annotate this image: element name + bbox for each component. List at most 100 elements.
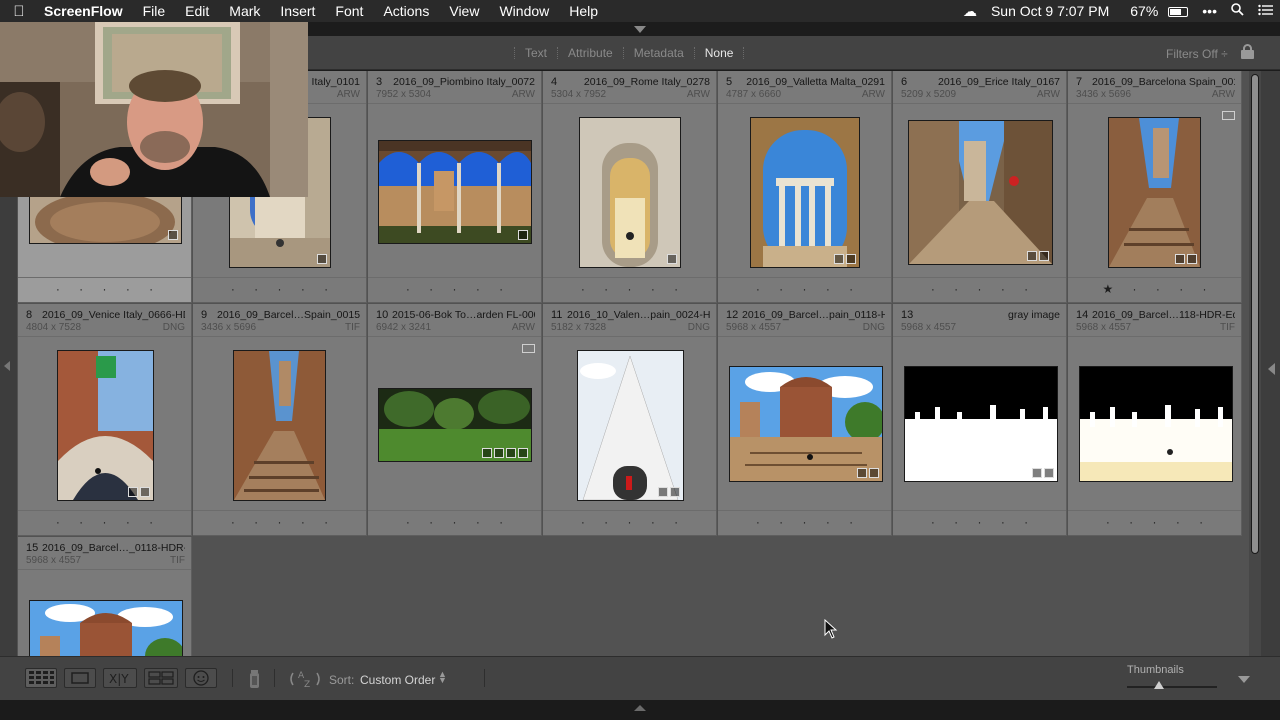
top-panel-toggle-icon[interactable] (634, 26, 646, 33)
grid-cell[interactable]: 10 2015-06-Bok To…arden FL-00062 6942 x … (368, 304, 542, 536)
star-rating[interactable]: · · · · · (718, 282, 891, 296)
photo-thumbnail[interactable] (577, 350, 684, 501)
battery-icon (1168, 7, 1189, 18)
photo-filename: 2016_09_Barcel…118-HDR-Edit-2 (1092, 309, 1235, 321)
menu-window[interactable]: Window (489, 0, 559, 22)
menu-view[interactable]: View (439, 0, 489, 22)
grid-cell[interactable]: 15 2016_09_Barcel…_0118-HDR-Edit 5968 x … (18, 537, 192, 656)
photo-filetype: DNG (687, 322, 710, 333)
notification-center-icon[interactable] (1251, 3, 1280, 19)
photo-filetype: ARW (861, 89, 885, 100)
photo-filename: gray image (1008, 309, 1060, 321)
menubar-clock[interactable]: Sun Oct 9 7:07 PM (984, 3, 1116, 19)
grid-cell[interactable]: 14 2016_09_Barcel…118-HDR-Edit-2 5968 x … (1068, 304, 1242, 536)
grid-cell[interactable]: 13 gray image 5968 x 4557 · · · · · (893, 304, 1067, 536)
grid-cell[interactable]: 8 2016_09_Venice Italy_0666-HDR 4804 x 7… (18, 304, 192, 536)
grid-cell[interactable]: 3 2016_09_Piombino Italy_0072 7952 x 530… (368, 71, 542, 303)
grid-cell[interactable]: 12 2016_09_Barcel…pain_0118-HDR 5968 x 4… (718, 304, 892, 536)
photo-thumbnail[interactable] (1108, 117, 1201, 268)
grid-cell[interactable]: 6 2016_09_Erice Italy_0167 5209 x 5209 A… (893, 71, 1067, 303)
star-rating[interactable]: · · · · · (1068, 515, 1241, 529)
photo-dimensions: 4804 x 7528 (26, 322, 82, 333)
filmstrip-toggle-icon[interactable] (634, 705, 646, 711)
sort-order-dropdown[interactable]: Custom Order (360, 673, 435, 687)
thumbnail-size-slider-knob[interactable] (1154, 681, 1165, 689)
photo-thumbnail[interactable] (904, 366, 1058, 482)
star-rating[interactable]: ★ · · · · (1068, 282, 1241, 296)
people-view-button[interactable] (185, 668, 217, 688)
thumbnail-size-slider[interactable] (1127, 686, 1217, 688)
grid-cell[interactable]: 4 2016_09_Rome Italy_0278 5304 x 7952 AR… (543, 71, 717, 303)
filter-none[interactable]: None (693, 47, 745, 59)
photo-thumbnail[interactable] (729, 366, 885, 482)
menu-font[interactable]: Font (325, 0, 373, 22)
star-rating[interactable]: · · · · · (18, 515, 191, 529)
photo-thumbnail[interactable] (1079, 366, 1233, 482)
star-rating[interactable]: · · · · · (18, 282, 191, 296)
star-rating[interactable]: · · · · · (368, 515, 541, 529)
compare-view-icon: X|Y (109, 672, 129, 686)
painter-icon[interactable] (247, 668, 263, 695)
edited-badge-icon (1044, 468, 1054, 478)
star-rating[interactable]: · · · · · (368, 282, 541, 296)
star-rating[interactable]: · · · · · (193, 282, 366, 296)
grid-cell[interactable]: 7 2016_09_Barcelona Spain_0015 3436 x 56… (1068, 71, 1242, 303)
more-icon[interactable]: ••• (1195, 3, 1224, 19)
loupe-view-icon (71, 672, 89, 684)
star-rating[interactable]: · · · · · (718, 515, 891, 529)
photo-thumbnail[interactable] (233, 350, 326, 501)
photo-thumbnail[interactable] (378, 140, 532, 244)
thumbnails-label: Thumbnails (1127, 664, 1184, 676)
sort-direction-icon[interactable]: AZ (288, 668, 322, 695)
edited-badge-icon (140, 487, 150, 497)
menu-insert[interactable]: Insert (270, 0, 325, 22)
menu-help[interactable]: Help (559, 0, 608, 22)
menu-edit[interactable]: Edit (175, 0, 219, 22)
menu-mark[interactable]: Mark (219, 0, 270, 22)
photo-index: 5 (726, 76, 733, 88)
grid-cell[interactable]: 5 2016_09_Valletta Malta_0291 4787 x 666… (718, 71, 892, 303)
star-rating[interactable]: · · · · · (193, 515, 366, 529)
photo-filename: 2016_09_Barcel…pain_0118-HDR (742, 309, 885, 321)
survey-view-button[interactable] (144, 668, 178, 688)
photo-dimensions: 5304 x 7952 (551, 89, 607, 100)
photo-index: 3 (376, 76, 383, 88)
photo-dimensions: 5182 x 7328 (551, 322, 607, 333)
filter-attribute[interactable]: Attribute (557, 47, 623, 59)
menu-file[interactable]: File (133, 0, 176, 22)
grid-cell[interactable]: 9 2016_09_Barcel…Spain_0015-Edit 3436 x … (193, 304, 367, 536)
star-rating[interactable]: · · · · · (893, 515, 1066, 529)
edited-badge-icon (317, 254, 327, 264)
spotlight-search-icon[interactable] (1224, 3, 1251, 19)
photo-thumbnail[interactable] (579, 117, 681, 268)
grid-scrollbar[interactable] (1249, 71, 1261, 656)
right-panel-toggle[interactable] (1261, 71, 1280, 656)
filter-text[interactable]: Text (514, 47, 557, 59)
grid-view-button[interactable] (25, 668, 57, 688)
compare-view-button[interactable]: X|Y (103, 668, 137, 688)
toolbar-menu-chevron-icon[interactable] (1238, 676, 1250, 683)
photo-thumbnail[interactable] (908, 120, 1053, 265)
apple-menu-icon[interactable]:  (0, 3, 38, 20)
menu-actions[interactable]: Actions (373, 0, 439, 22)
scrollbar-thumb[interactable] (1251, 74, 1259, 554)
filter-presets-dropdown[interactable]: Filters Off ÷ (1166, 47, 1228, 61)
menu-app-name[interactable]: ScreenFlow (38, 0, 133, 22)
photo-thumbnail[interactable] (378, 388, 532, 462)
photo-thumbnail[interactable] (57, 350, 154, 501)
filter-metadata[interactable]: Metadata (622, 47, 694, 59)
photo-filetype: ARW (686, 89, 710, 100)
star-rating[interactable]: · · · · · (543, 515, 716, 529)
library-toolbar: X|Y AZ Sort: Custom Order ▲ ▼ Thumbnails (0, 656, 1280, 700)
metadata-badge-icon (506, 448, 516, 458)
loupe-view-button[interactable] (64, 668, 96, 688)
lock-icon[interactable] (1241, 44, 1254, 59)
battery-status[interactable]: 67% (1116, 3, 1195, 19)
star-rating[interactable]: · · · · · (543, 282, 716, 296)
sort-dropdown-arrows-icon[interactable]: ▲ ▼ (438, 670, 447, 685)
star-rating[interactable]: · · · · · (893, 282, 1066, 296)
photo-thumbnail[interactable] (29, 600, 185, 656)
photo-thumbnail[interactable] (750, 117, 860, 268)
grid-cell[interactable]: 11 2016_10_Valen…pain_0024-HDR 5182 x 73… (543, 304, 717, 536)
creative-cloud-icon[interactable]: ☁ (956, 3, 984, 20)
